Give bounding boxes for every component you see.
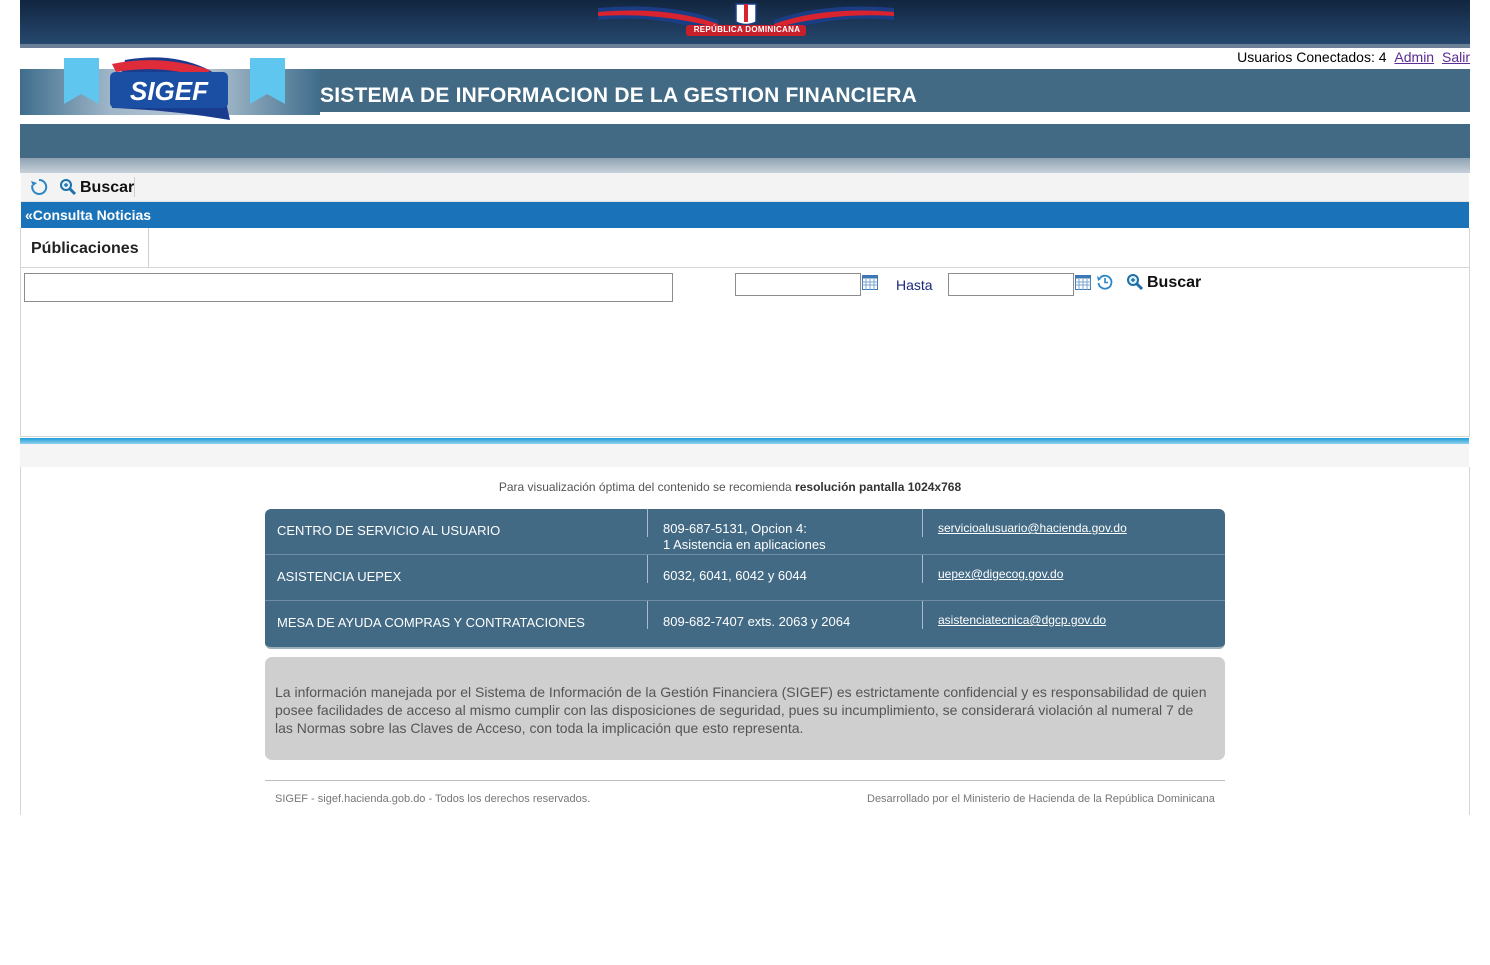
support-name: MESA DE AYUDA COMPRAS Y CONTRATACIONES bbox=[277, 615, 585, 630]
support-phone-line: 809-687-5131, Opcion 4: bbox=[663, 521, 807, 536]
refresh-icon[interactable] bbox=[30, 178, 48, 196]
support-row: CENTRO DE SERVICIO AL USUARIO 809-687-51… bbox=[265, 509, 1225, 555]
support-phone-line: 809-682-7407 exts. 2063 y 2064 bbox=[663, 614, 851, 629]
search-text-input[interactable] bbox=[24, 273, 673, 302]
system-title: SISTEMA DE INFORMACION DE LA GESTION FIN… bbox=[320, 84, 918, 107]
support-phone: 809-682-7407 exts. 2063 y 2064 bbox=[663, 614, 850, 630]
section-title-link[interactable]: «Consulta Noticias bbox=[25, 207, 151, 223]
tab-publicaciones-label[interactable]: Públicaciones bbox=[31, 240, 139, 258]
footer-copyright: SIGEF - sigef.hacienda.gob.do - Todos lo… bbox=[275, 793, 591, 805]
footer-divider bbox=[265, 780, 1225, 781]
calendar-icon[interactable] bbox=[1075, 275, 1091, 290]
support-name: ASISTENCIA UEPEX bbox=[277, 569, 402, 584]
sigef-logo: SIGEF bbox=[64, 57, 285, 120]
history-reset-icon[interactable] bbox=[1096, 273, 1114, 291]
support-email-link[interactable]: asistenciatecnica@dgcp.gov.do bbox=[938, 613, 1106, 627]
column-divider bbox=[647, 601, 648, 629]
toolbar-divider bbox=[134, 177, 135, 197]
main-navbar bbox=[20, 124, 1470, 158]
column-divider bbox=[922, 509, 923, 537]
support-row: MESA DE AYUDA COMPRAS Y CONTRATACIONES 8… bbox=[265, 601, 1225, 647]
calendar-icon[interactable] bbox=[862, 275, 878, 290]
resolution-recommendation: Para visualización óptima del contenido … bbox=[0, 480, 1460, 494]
connected-users-label: Usuarios Conectados: 4 bbox=[1237, 49, 1387, 65]
footer-developer: Desarrollado por el Ministerio de Hacien… bbox=[867, 793, 1215, 805]
support-phone-line: 1 Asistencia en aplicaciones bbox=[663, 537, 826, 552]
support-phone-line: 6032, 6041, 6042 y 6044 bbox=[663, 568, 807, 583]
national-emblem-icon bbox=[598, 3, 894, 36]
navbar-stripe bbox=[20, 158, 1470, 173]
support-email-link[interactable]: servicioalusuario@hacienda.gov.do bbox=[938, 521, 1127, 535]
toolbar-search-button[interactable]: Buscar bbox=[80, 179, 134, 197]
support-name: CENTRO DE SERVICIO AL USUARIO bbox=[277, 523, 501, 538]
support-email-link[interactable]: uepex@digecog.gov.do bbox=[938, 567, 1063, 581]
support-phone: 6032, 6041, 6042 y 6044 bbox=[663, 568, 807, 584]
emblem-caption: REPÚBLICA DOMINICANA bbox=[693, 25, 801, 34]
column-divider bbox=[647, 555, 648, 583]
column-divider bbox=[647, 509, 648, 537]
filter-search-button[interactable]: Buscar bbox=[1147, 274, 1201, 292]
tab-strip bbox=[21, 228, 1469, 268]
support-phone: 809-687-5131, Opcion 4: 1 Asistencia en … bbox=[663, 521, 826, 553]
user-link[interactable]: Admin bbox=[1394, 49, 1434, 65]
recommendation-resolution: resolución pantalla 1024x768 bbox=[795, 480, 962, 494]
logo-text: SIGEF bbox=[130, 76, 209, 106]
search-icon[interactable] bbox=[1126, 273, 1144, 291]
date-from-input[interactable] bbox=[735, 273, 861, 296]
date-to-input[interactable] bbox=[948, 273, 1074, 296]
column-divider bbox=[922, 601, 923, 629]
section-bar bbox=[21, 202, 1469, 228]
top-banner-line bbox=[20, 44, 1470, 48]
support-contacts-table: CENTRO DE SERVICIO AL USUARIO 809-687-51… bbox=[265, 509, 1225, 649]
support-row: ASISTENCIA UEPEX 6032, 6041, 6042 y 6044… bbox=[265, 555, 1225, 601]
pale-band bbox=[20, 444, 1469, 467]
toolbar bbox=[21, 173, 1469, 202]
to-date-label: Hasta bbox=[896, 277, 933, 293]
recommendation-text: Para visualización óptima del contenido … bbox=[498, 480, 792, 494]
confidentiality-notice-text: La información manejada por el Sistema d… bbox=[275, 684, 1207, 736]
search-icon[interactable] bbox=[59, 178, 77, 196]
connected-users: Usuarios Conectados: 4 Admin Salir bbox=[1237, 49, 1470, 65]
logout-link[interactable]: Salir bbox=[1442, 49, 1470, 65]
column-divider bbox=[922, 555, 923, 583]
